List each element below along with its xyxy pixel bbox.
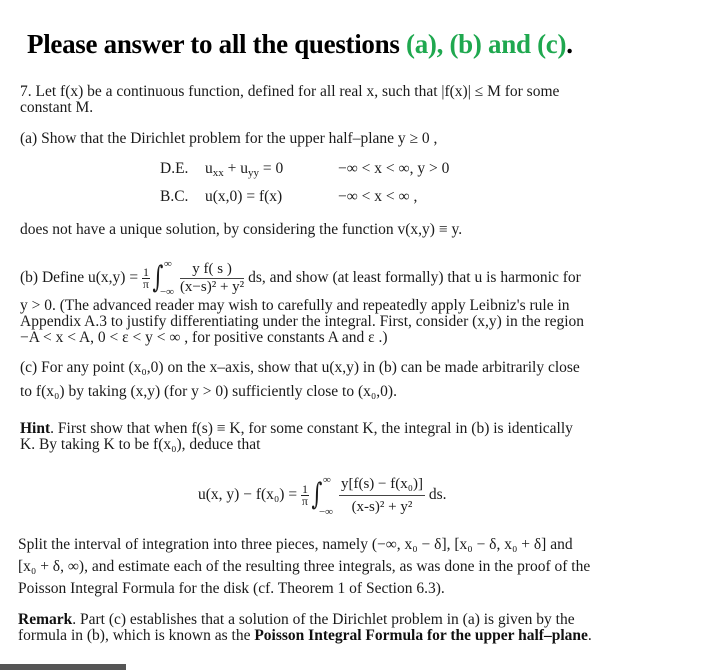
split-line2: [x₀ + δ, ∞), and estimate each of the re… [18,558,591,575]
de-plus: + u [223,160,248,177]
problem-statement-line1: 7. Let f(x) be a continuous function, de… [20,83,560,100]
hint-integrand-den: (x-s)² + y² [351,498,413,515]
hint-integral-sign: ∫ ∞ −∞ [311,474,333,519]
remark-bold-term: Poisson Integral Formula for the upper h… [254,627,588,644]
part-c-line1: (c) For any point (x₀,0) on the x–axis, … [20,359,580,376]
one-over-pi: 1π [141,266,150,291]
remark-line1: Remark. Part (c) establishes that a solu… [18,611,575,628]
frac-den: π [142,276,149,291]
de-equation: uxx + uyy = 0 [205,160,283,182]
hint-integrand-num: y[f(s) − f(x₀)] [338,473,425,496]
part-c-line2: to f(x₀) by taking (x,y) (for y > 0) suf… [20,383,397,400]
hint-eq-lhs: u(x, y) − f(x₀) = [198,486,301,503]
part-b-line2: y > 0. (The advanced reader may wish to … [20,297,570,314]
bottom-gray-bar [0,664,126,670]
split-line1: Split the interval of integration into t… [18,536,573,553]
remark-line2: formula in (b), which is known as the Po… [18,627,592,644]
hint-eq-after: ds. [424,486,447,503]
de-sub-yy: yy [248,167,259,179]
integrand-den: (x−s)² + y² [179,278,245,295]
remark-label: Remark [18,611,73,628]
remark-end: . [587,627,592,644]
bc-domain: −∞ < x < ∞ , [338,188,418,205]
frac-den: π [301,493,308,508]
title-highlight: (a), (b) and (c) [406,29,567,59]
hint-text1: . First show that when f(s) ≡ K, for som… [50,420,573,437]
problem-statement-line2: constant M. [20,99,94,116]
hint-one-over-pi: 1π [300,483,309,508]
split-line3: Poisson Integral Formula for the disk (c… [18,580,445,597]
hint-line1: Hint. First show that when f(s) ≡ K, for… [20,420,573,437]
remark-text1: . Part (c) establishes that a solution o… [72,611,575,628]
hint-line2: K. By taking K to be f(x₀), deduce that [20,436,261,453]
part-b-start: (b) Define u(x,y) = [20,269,142,286]
integrand-num: y f( s ) [179,261,245,279]
de-u: u [205,160,213,177]
integral-sign: ∫ ∞ −∞ [152,258,174,299]
de-rest: = 0 [259,160,284,177]
remark-text2: formula in (b), which is known as the [18,627,255,644]
part-a-intro: (a) Show that the Dirichlet problem for … [20,130,438,147]
hint-integrand: y[f(s) − f(x₀)] (x-s)² + y² [338,473,425,518]
integrand: y f( s ) (x−s)² + y² [179,261,245,296]
integral-upper: ∞ [163,258,172,271]
hint-label: Hint [20,420,51,437]
page-title: Please answer to all the questions (a), … [27,29,573,60]
title-prefix: Please answer to all the questions [27,29,406,59]
de-label: D.E. [160,160,189,177]
title-suffix: . [566,29,573,59]
hint-equation: u(x, y) − f(x₀) = 1 π ∫ ∞ −∞ y[f(s) − f(x₀)](… [198,470,447,520]
part-b-definition: (b) Define u(x,y) = 1 π ∫ ∞ −∞ y f( s ) (x−s)²… [20,258,581,298]
part-b-line3: Appendix A.3 to justify differentiating … [20,313,585,330]
integral-upper: ∞ [322,474,331,487]
de-domain: −∞ < x < ∞, y > 0 [338,160,450,177]
de-sub-xx: xx [212,167,224,179]
bc-equation: u(x,0) = f(x) [205,188,283,205]
integral-lower: −∞ [318,506,333,519]
bc-label: B.C. [160,188,189,205]
part-a-end: does not have a unique solution, by cons… [20,221,463,238]
part-b-line4: −A < x < A, 0 < ε < y < ∞ , for positive… [20,329,388,346]
part-b-after: ds, and show (at least formally) that u … [244,269,581,286]
